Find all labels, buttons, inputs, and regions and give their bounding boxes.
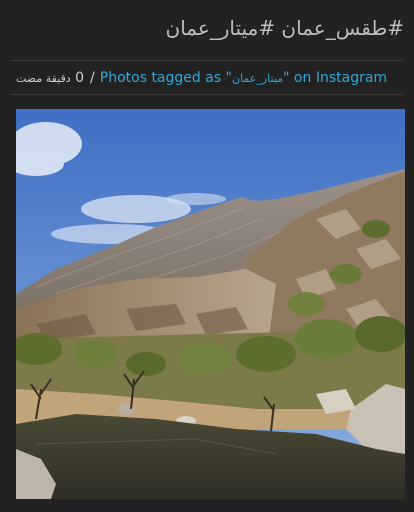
link-suffix: " on Instagram bbox=[283, 70, 388, 86]
divider-bottom bbox=[10, 94, 404, 95]
post-photo[interactable] bbox=[16, 109, 405, 499]
divider-top bbox=[10, 60, 404, 61]
link-prefix: Photos tagged as " bbox=[99, 70, 232, 86]
landscape-image bbox=[16, 109, 405, 499]
timestamp: 0 دقيقة مضت bbox=[16, 70, 84, 86]
post-title: #طقس_عمان #ميتار_عمان bbox=[165, 16, 405, 40]
timestamp-count: 0 bbox=[75, 70, 85, 86]
meta-separator: / bbox=[90, 70, 95, 86]
timestamp-unit: دقيقة مضت bbox=[16, 72, 71, 85]
instagram-tag-link[interactable]: Photos tagged as "ميتار_عمان" on Instagr… bbox=[100, 70, 387, 86]
instagram-tag-post: #طقس_عمان #ميتار_عمان 0 دقيقة مضت / Phot… bbox=[0, 0, 414, 512]
post-meta: 0 دقيقة مضت / Photos tagged as "ميتار_عم… bbox=[16, 66, 404, 90]
link-tag: ميتار_عمان bbox=[232, 72, 284, 85]
